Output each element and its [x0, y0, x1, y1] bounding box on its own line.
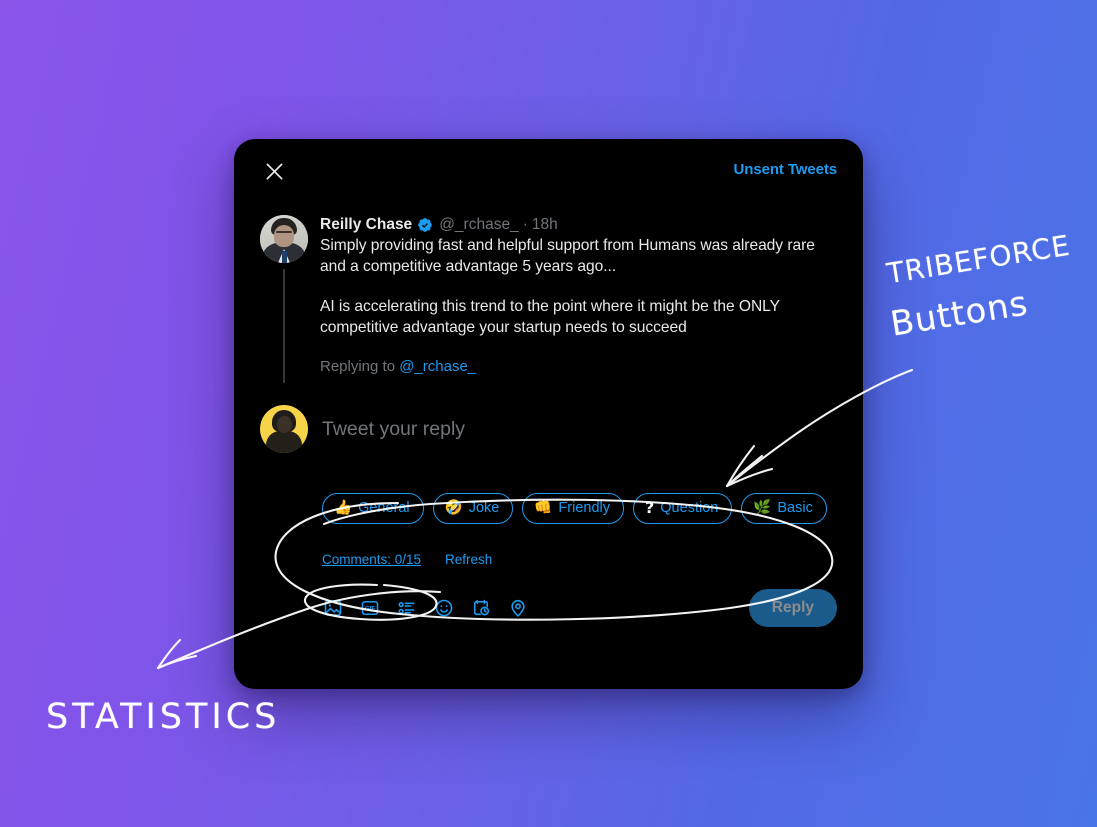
- refresh-link[interactable]: Refresh: [445, 552, 492, 567]
- media-icon-strip: GIF: [260, 597, 529, 619]
- svg-text:GIF: GIF: [365, 606, 375, 613]
- user-avatar[interactable]: [260, 405, 308, 453]
- tribeforce-button-basic[interactable]: 🌿 Basic: [741, 493, 827, 524]
- tribeforce-button-label: Joke: [468, 500, 500, 516]
- schedule-icon[interactable]: [470, 597, 492, 619]
- statistics-annotation-label: STATISTICS: [46, 697, 281, 737]
- replying-to-handle[interactable]: @_rchase_: [399, 358, 476, 375]
- tweet-main: Reilly Chase @_rchase_ · 18h Simply prov…: [308, 215, 837, 375]
- question-mark-icon: ?: [645, 498, 655, 517]
- author-name[interactable]: Reilly Chase: [320, 215, 412, 235]
- replying-to-row: Replying to @_rchase_: [320, 358, 837, 375]
- tweet-paragraph-1: Simply providing fast and helpful suppor…: [320, 237, 815, 275]
- tribeforce-button-joke[interactable]: 🤣 Joke: [432, 493, 514, 524]
- tweet-body: Reilly Chase @_rchase_ · 18h Simply prov…: [234, 201, 863, 383]
- tribeforce-annotation-label: TRIBEFORCE: [884, 228, 1073, 291]
- tweet-paragraph-2: AI is accelerating this trend to the poi…: [320, 298, 780, 336]
- meta-separator: ·: [522, 216, 528, 233]
- tribeforce-button-label: General: [358, 500, 410, 516]
- poll-icon[interactable]: [396, 597, 418, 619]
- tribeforce-button-row: 👍 General 🤣 Joke 👊 Friendly ? Question 🌿…: [234, 453, 863, 524]
- image-icon[interactable]: [322, 597, 344, 619]
- action-bar: GIF Reply: [234, 567, 863, 627]
- verified-badge-icon: [417, 217, 433, 233]
- replying-to-label: Replying to: [320, 358, 396, 375]
- tribeforce-button-question[interactable]: ? Question: [633, 493, 733, 524]
- rolling-laugh-icon: 🤣: [444, 499, 463, 516]
- fist-bump-icon: 👊: [534, 499, 553, 516]
- emoji-icon[interactable]: [433, 597, 455, 619]
- tribeforce-button-label: Friendly: [558, 500, 610, 516]
- statistics-arrow-head-2: [156, 638, 182, 670]
- tribeforce-button-friendly[interactable]: 👊 Friendly: [522, 493, 624, 524]
- buttons-annotation-label: Buttons: [887, 283, 1031, 345]
- statistics-row: Comments: 0/15 Refresh: [234, 524, 863, 567]
- tweet-meta: Reilly Chase @_rchase_ · 18h: [320, 215, 837, 235]
- avatar[interactable]: [260, 215, 308, 263]
- reply-input[interactable]: Tweet your reply: [322, 405, 837, 453]
- gif-icon[interactable]: GIF: [359, 597, 381, 619]
- comments-counter[interactable]: Comments: 0/15: [322, 552, 421, 567]
- tweet-composer-card: Unsent Tweets Reilly Chase @_rchase_ · 1…: [234, 139, 863, 689]
- close-icon: [265, 162, 284, 181]
- statistics-arrow-head-1: [156, 654, 198, 670]
- thumbs-up-icon: 👍: [334, 499, 353, 516]
- tribeforce-button-label: Question: [660, 500, 719, 516]
- herb-leaf-icon: 🌿: [753, 499, 772, 516]
- card-header: Unsent Tweets: [234, 139, 863, 201]
- reply-button[interactable]: Reply: [748, 589, 837, 627]
- author-handle[interactable]: @_rchase_: [439, 215, 519, 235]
- tweet-timestamp[interactable]: 18h: [532, 215, 558, 235]
- location-icon[interactable]: [507, 597, 529, 619]
- thread-connector-line: [283, 269, 285, 383]
- compose-row: Tweet your reply: [234, 375, 863, 453]
- close-button[interactable]: [261, 158, 287, 184]
- unsent-tweets-link[interactable]: Unsent Tweets: [734, 161, 838, 178]
- author-avatar-column: [260, 215, 308, 383]
- tribeforce-button-label: Basic: [777, 500, 813, 516]
- tribeforce-button-general[interactable]: 👍 General: [322, 493, 424, 524]
